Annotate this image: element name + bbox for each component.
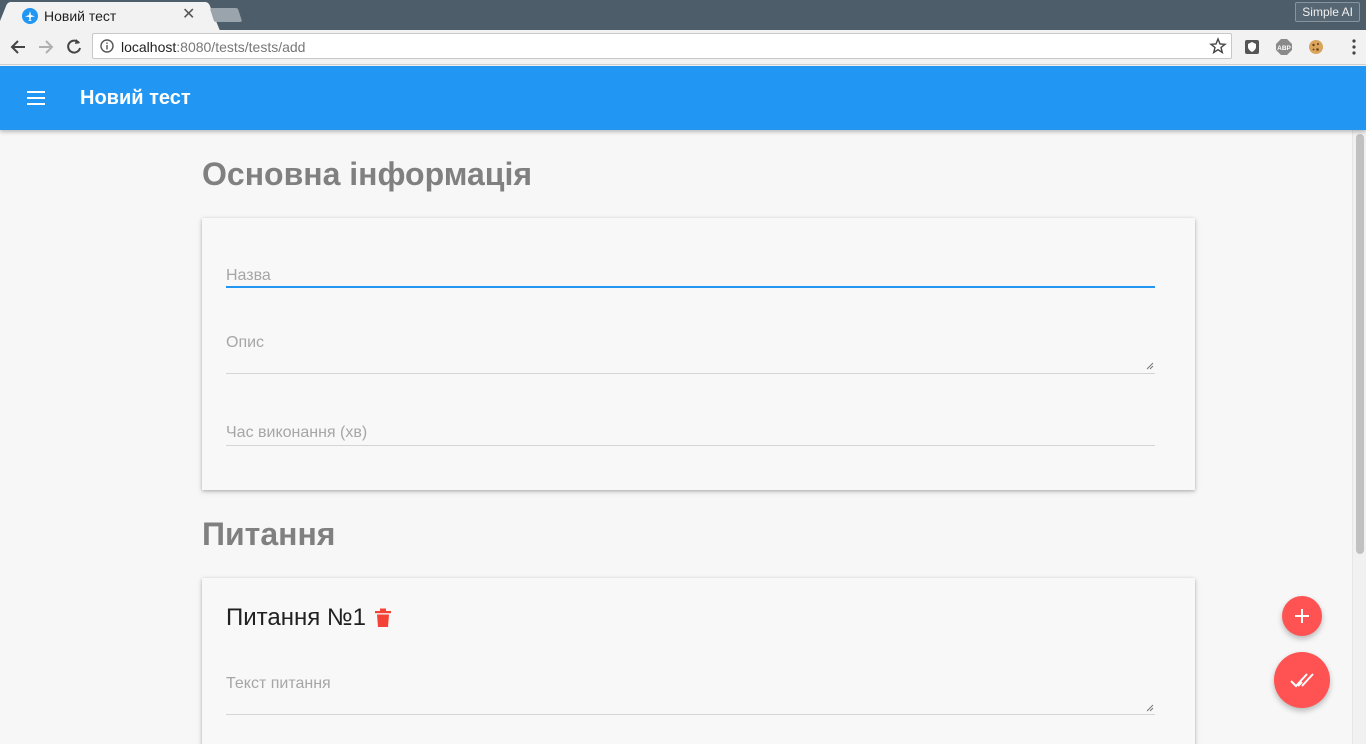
app-bar: Новий тест bbox=[0, 66, 1366, 130]
new-tab-button[interactable] bbox=[209, 8, 243, 22]
svg-text:ABP: ABP bbox=[1277, 45, 1291, 52]
cookie-icon[interactable] bbox=[1307, 38, 1325, 56]
forward-arrow-icon[interactable] bbox=[36, 37, 56, 57]
double-check-icon bbox=[1290, 673, 1314, 688]
airplane-favicon-icon bbox=[22, 8, 38, 24]
time-field-underline bbox=[226, 445, 1155, 446]
tab-close-icon[interactable]: ✕ bbox=[182, 6, 195, 24]
address-bar[interactable]: localhost:8080/tests/tests/add bbox=[92, 33, 1232, 59]
page-scrollbar[interactable] bbox=[1352, 130, 1366, 744]
questions-heading: Питання bbox=[202, 516, 336, 552]
resize-grip-icon[interactable] bbox=[1146, 362, 1154, 370]
name-field-placeholder: Назва bbox=[226, 267, 271, 284]
url-host: localhost bbox=[121, 39, 177, 55]
question-title: Питання №1 bbox=[226, 604, 366, 631]
url-path: :8080/tests/tests/add bbox=[176, 39, 306, 55]
plus-icon bbox=[1295, 609, 1309, 623]
profile-badge[interactable]: Simple AI bbox=[1295, 2, 1360, 22]
add-question-button[interactable] bbox=[1282, 596, 1322, 636]
main-info-heading: Основна інформація bbox=[202, 156, 532, 192]
page-title: Новий тест bbox=[80, 87, 191, 109]
description-field[interactable]: Опис bbox=[226, 326, 1155, 374]
url-text: localhost:8080/tests/tests/add bbox=[121, 39, 305, 55]
browser-menu-icon[interactable] bbox=[1352, 38, 1356, 56]
question-text-underline bbox=[226, 714, 1155, 715]
reload-icon[interactable] bbox=[64, 37, 84, 57]
bookmark-star-icon[interactable] bbox=[1209, 37, 1227, 55]
question-text-placeholder: Текст питання bbox=[226, 675, 331, 692]
description-field-placeholder: Опис bbox=[226, 334, 265, 351]
time-field[interactable]: Час виконання (хв) bbox=[226, 418, 1155, 448]
question-card: Питання №1 Текст питання bbox=[202, 578, 1195, 744]
scrollbar-thumb[interactable] bbox=[1356, 134, 1364, 554]
back-arrow-icon[interactable] bbox=[8, 37, 28, 57]
menu-icon[interactable] bbox=[26, 88, 46, 108]
browser-tab[interactable]: Новий тест ✕ bbox=[10, 2, 206, 30]
main-content: Основна інформація Назва Опис Час викона… bbox=[0, 130, 1352, 744]
time-field-placeholder: Час виконання (хв) bbox=[226, 424, 368, 441]
resize-grip-icon[interactable] bbox=[1146, 704, 1154, 712]
adblock-plus-icon[interactable]: ABP bbox=[1275, 38, 1293, 56]
name-field-underline bbox=[226, 286, 1155, 288]
save-test-button[interactable] bbox=[1274, 652, 1330, 708]
browser-toolbar: localhost:8080/tests/tests/add ABP bbox=[0, 30, 1366, 65]
extension-shield-icon[interactable] bbox=[1243, 38, 1261, 56]
browser-tab-strip: Новий тест ✕ Simple AI bbox=[0, 0, 1366, 30]
name-field[interactable]: Назва bbox=[226, 258, 1155, 288]
tab-title: Новий тест bbox=[44, 8, 117, 24]
info-icon[interactable] bbox=[100, 39, 114, 53]
trash-icon[interactable] bbox=[374, 608, 392, 628]
question-text-field[interactable]: Текст питання bbox=[226, 670, 1155, 716]
main-info-card: Назва Опис Час виконання (хв) bbox=[202, 218, 1195, 490]
description-field-underline bbox=[226, 373, 1155, 374]
